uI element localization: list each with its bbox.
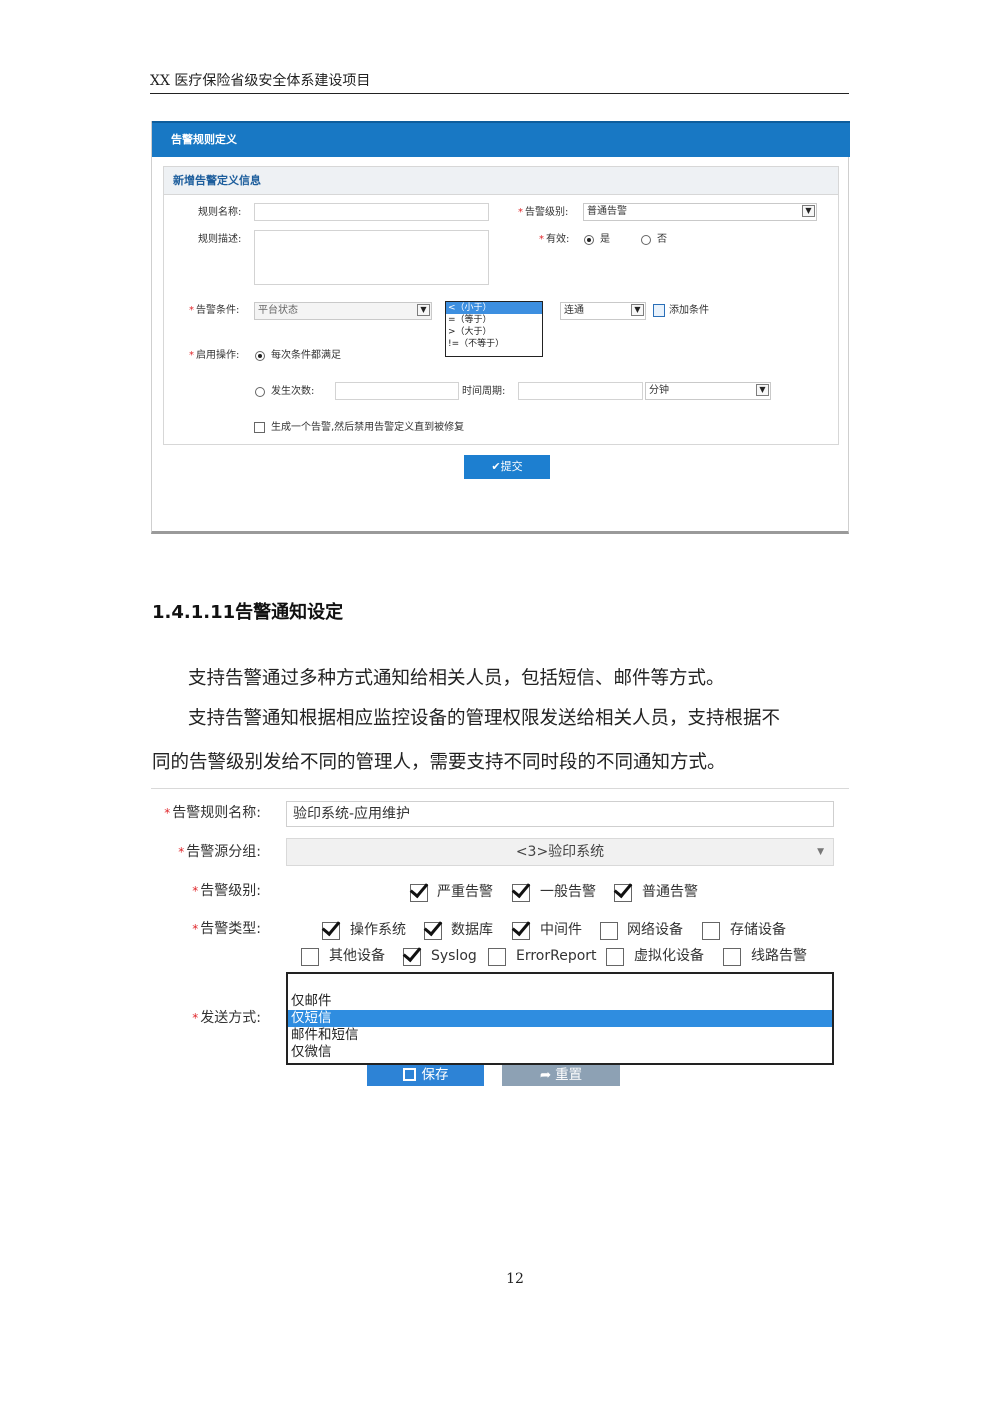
add-condition-icon[interactable] <box>653 304 665 317</box>
reset-button[interactable]: ➦ 重置 <box>502 1064 620 1086</box>
rule-name-input[interactable]: 验印系统-应用维护 <box>286 801 834 827</box>
add-condition-link[interactable]: 添加条件 <box>669 304 709 318</box>
operator-option[interactable]: <（小于） <box>446 302 542 314</box>
level-normal-label: 普通告警 <box>642 884 698 900</box>
type-virtualization-checkbox[interactable] <box>606 948 624 966</box>
check-icon: ✔ <box>491 460 501 473</box>
rule-name-label: 规则名称: <box>198 207 242 218</box>
type-middleware-checkbox[interactable] <box>511 916 531 940</box>
window-title: 告警规则定义 <box>152 121 850 157</box>
level-general-checkbox[interactable] <box>511 878 531 902</box>
type-virtualization-label: 虚拟化设备 <box>634 948 704 964</box>
valid-no-label: 否 <box>657 234 667 245</box>
valid-yes-radio[interactable] <box>584 235 594 245</box>
type-os-label: 操作系统 <box>350 922 406 938</box>
type-db-label: 数据库 <box>451 922 493 938</box>
occur-count-label: 发生次数: <box>271 386 315 397</box>
period-input[interactable] <box>518 382 643 400</box>
condition-value: 平台状态 <box>258 305 298 316</box>
type-other-checkbox[interactable] <box>301 948 319 966</box>
source-group-label: * 告警源分组: <box>178 844 261 860</box>
operator-option[interactable]: =（等于） <box>446 314 542 326</box>
type-storage-label: 存储设备 <box>730 922 786 938</box>
enable-label: * 启用操作: <box>189 350 240 361</box>
save-button[interactable]: 保存 <box>367 1064 484 1086</box>
type-syslog-checkbox[interactable] <box>402 942 422 966</box>
paragraph-2-line-2: 同的告警级别发给不同的管理人，需要支持不同时段的不同通知方式。 <box>152 752 726 773</box>
type-network-checkbox[interactable] <box>600 922 618 940</box>
type-os-checkbox[interactable] <box>321 916 341 940</box>
valid-yes-label: 是 <box>600 234 610 245</box>
type-other-label: 其他设备 <box>329 948 385 964</box>
type-syslog-label: Syslog <box>431 948 477 964</box>
chevron-down-icon[interactable]: ▼ <box>817 839 824 865</box>
send-method-label: * 发送方式: <box>192 1010 261 1026</box>
chevron-down-icon[interactable]: ▼ <box>417 304 430 316</box>
source-group-select[interactable]: <3>验印系统 ▼ <box>286 838 834 866</box>
send-option[interactable]: 仅短信 <box>288 1010 832 1027</box>
send-method-listbox[interactable]: 仅邮件 仅短信 邮件和短信 仅微信 <box>286 972 834 1065</box>
submit-button[interactable]: ✔提交 <box>464 455 550 479</box>
type-line-checkbox[interactable] <box>723 948 741 966</box>
level-general-label: 一般告警 <box>540 884 596 900</box>
alarm-level-value: 普通告警 <box>587 206 627 217</box>
send-option[interactable]: 邮件和短信 <box>288 1027 832 1044</box>
rule-desc-label: 规则描述: <box>198 234 242 245</box>
each-condition-label: 每次条件都满足 <box>271 350 341 361</box>
send-option[interactable]: 仅邮件 <box>288 993 832 1010</box>
operator-option[interactable]: !=（不等于） <box>446 338 542 350</box>
disable-after-alarm-label: 生成一个告警,然后禁用告警定义直到被修复 <box>271 422 465 433</box>
condition-state-select[interactable]: 连通 ▼ <box>560 302 646 320</box>
rule-name-input[interactable] <box>254 203 489 221</box>
alarm-level-label: * 告警级别: <box>518 207 569 218</box>
rule-name-label: * 告警规则名称: <box>164 805 261 821</box>
disable-after-alarm-checkbox[interactable] <box>254 422 265 433</box>
valid-no-radio[interactable] <box>641 235 651 245</box>
chevron-down-icon[interactable]: ▼ <box>756 384 769 396</box>
chevron-down-icon[interactable]: ▼ <box>802 205 815 217</box>
occur-count-radio[interactable] <box>255 387 265 397</box>
panel-title: 新增告警定义信息 <box>164 167 838 195</box>
type-line-label: 线路告警 <box>751 948 807 964</box>
page-number: 12 <box>506 1271 524 1287</box>
section-title: 1.4.1.11告警通知设定 <box>152 602 344 623</box>
level-severe-label: 严重告警 <box>437 884 493 900</box>
send-option[interactable]: 仅微信 <box>288 1044 832 1061</box>
page-header: XX 医疗保险省级安全体系建设项目 <box>150 72 849 94</box>
operator-listbox[interactable]: <（小于） =（等于） >（大于） !=（不等于） <box>445 301 543 357</box>
condition-select[interactable]: 平台状态 ▼ <box>254 302 432 320</box>
condition-state-value: 连通 <box>564 305 584 316</box>
alarm-level-select[interactable]: 普通告警 ▼ <box>583 203 817 221</box>
valid-label: * 有效: <box>539 234 570 245</box>
level-normal-checkbox[interactable] <box>613 878 633 902</box>
rule-desc-textarea[interactable] <box>254 230 489 285</box>
operator-option[interactable]: >（大于） <box>446 326 542 338</box>
occur-count-input[interactable] <box>335 382 459 400</box>
type-errorreport-label: ErrorReport <box>516 948 597 964</box>
source-group-value: <3>验印系统 <box>515 844 605 860</box>
period-label: 时间周期: <box>462 386 506 397</box>
level-label: * 告警级别: <box>192 883 261 899</box>
type-network-label: 网络设备 <box>627 922 683 938</box>
type-middleware-label: 中间件 <box>540 922 582 938</box>
condition-label: * 告警条件: <box>189 305 240 316</box>
type-label: * 告警类型: <box>192 921 261 937</box>
chevron-down-icon[interactable]: ▼ <box>631 304 644 316</box>
level-severe-checkbox[interactable] <box>409 878 429 902</box>
divider <box>151 788 849 789</box>
paragraph-2-line-1: 支持告警通知根据相应监控设备的管理权限发送给相关人员，支持根据不 <box>188 708 781 729</box>
alarm-rule-definition-screenshot: 告警规则定义 新增告警定义信息 规则名称: * 告警级别: 普通告警 ▼ 规则描述… <box>151 121 850 534</box>
type-errorreport-checkbox[interactable] <box>488 948 506 966</box>
redo-arrow-icon: ➦ <box>539 1067 552 1083</box>
type-db-checkbox[interactable] <box>423 916 443 940</box>
floppy-icon <box>402 1068 416 1081</box>
listbox-padding <box>288 974 832 993</box>
period-unit-select[interactable]: 分钟 ▼ <box>645 382 771 400</box>
each-condition-radio[interactable] <box>255 351 265 361</box>
paragraph-1: 支持告警通过多种方式通知给相关人员，包括短信、邮件等方式。 <box>188 668 725 689</box>
period-unit-value: 分钟 <box>649 385 669 396</box>
type-storage-checkbox[interactable] <box>702 922 720 940</box>
